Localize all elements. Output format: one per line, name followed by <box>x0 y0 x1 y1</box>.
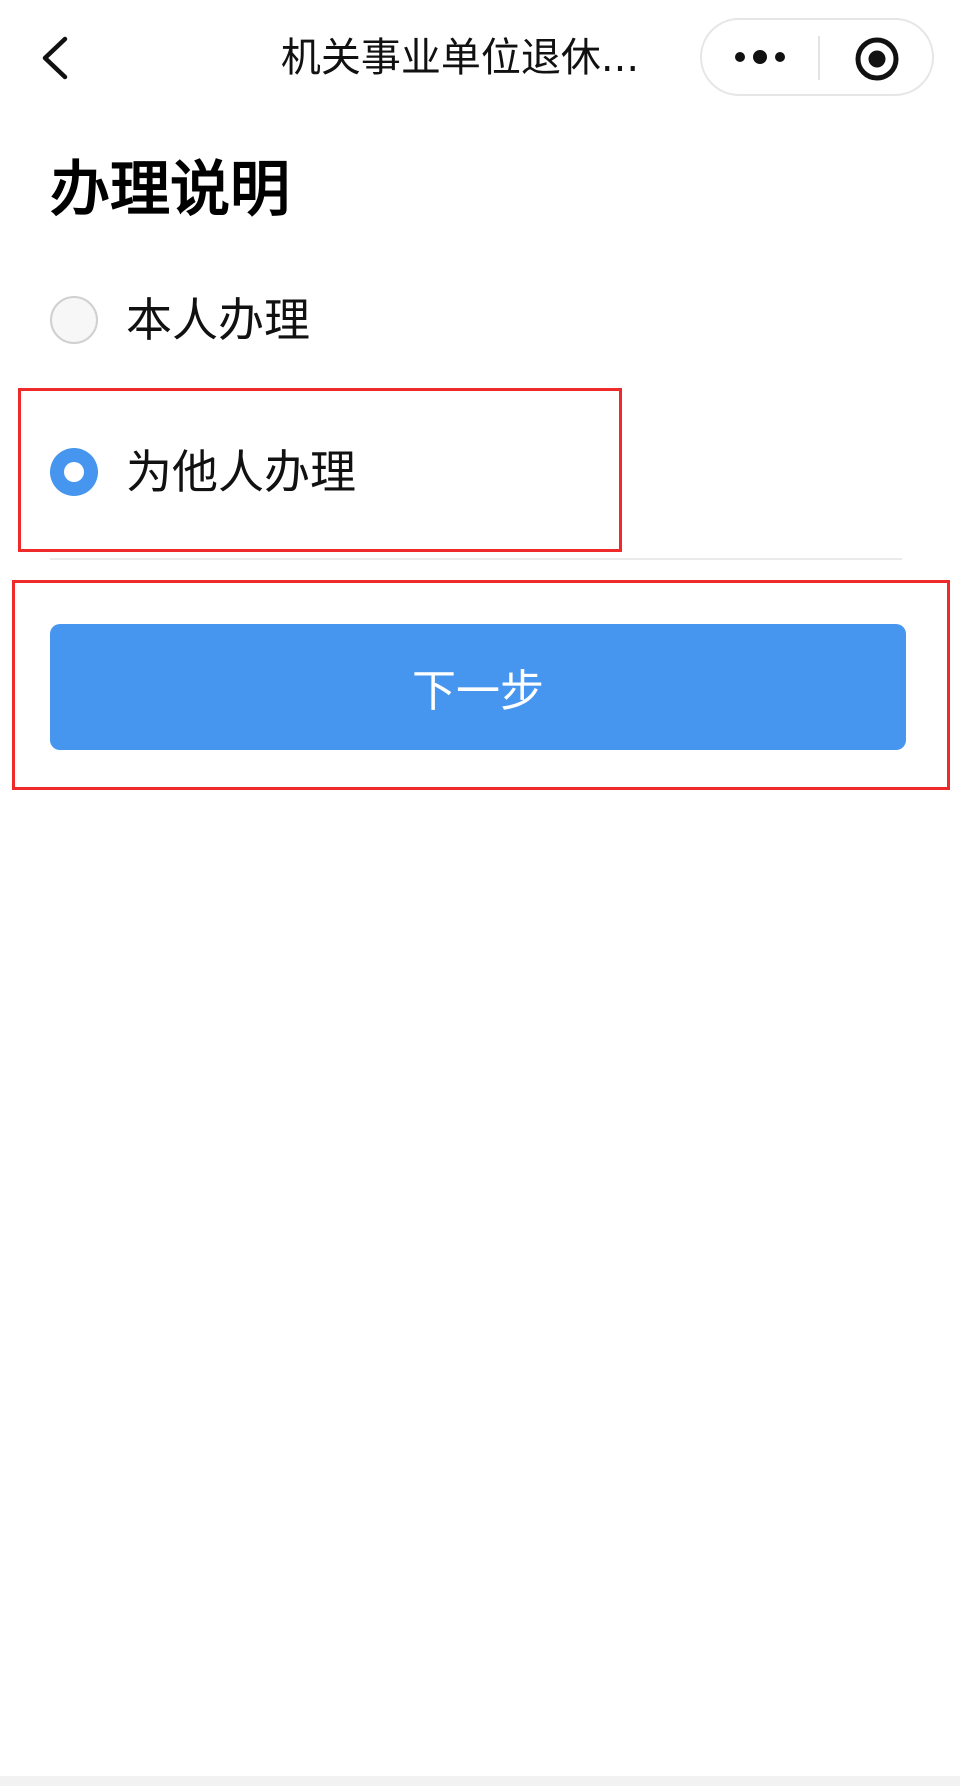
back-button[interactable] <box>22 22 86 94</box>
target-circle-icon <box>855 37 899 81</box>
chevron-left-icon <box>42 36 68 80</box>
close-mini-program-button[interactable] <box>852 34 902 84</box>
more-button[interactable] <box>732 34 788 80</box>
radio-dot <box>64 462 84 482</box>
option-self-label: 本人办理 <box>126 293 310 347</box>
bottom-strip <box>0 1776 960 1786</box>
radio-checked-icon[interactable] <box>50 448 98 496</box>
mini-program-capsule <box>700 18 934 96</box>
more-dots-icon <box>735 50 785 64</box>
radio-unchecked-icon[interactable] <box>50 296 98 344</box>
next-step-button[interactable]: 下一步 <box>50 624 906 750</box>
page-title: 办理说明 <box>50 155 290 225</box>
capsule-divider <box>818 36 820 80</box>
nav-title: 机关事业单位退休... <box>280 35 640 81</box>
option-other[interactable]: 为他人办理 <box>50 432 550 512</box>
option-other-label: 为他人办理 <box>126 445 356 499</box>
option-self[interactable]: 本人办理 <box>50 280 550 360</box>
navigation-bar: 机关事业单位退休... <box>0 0 960 118</box>
divider <box>50 558 902 560</box>
